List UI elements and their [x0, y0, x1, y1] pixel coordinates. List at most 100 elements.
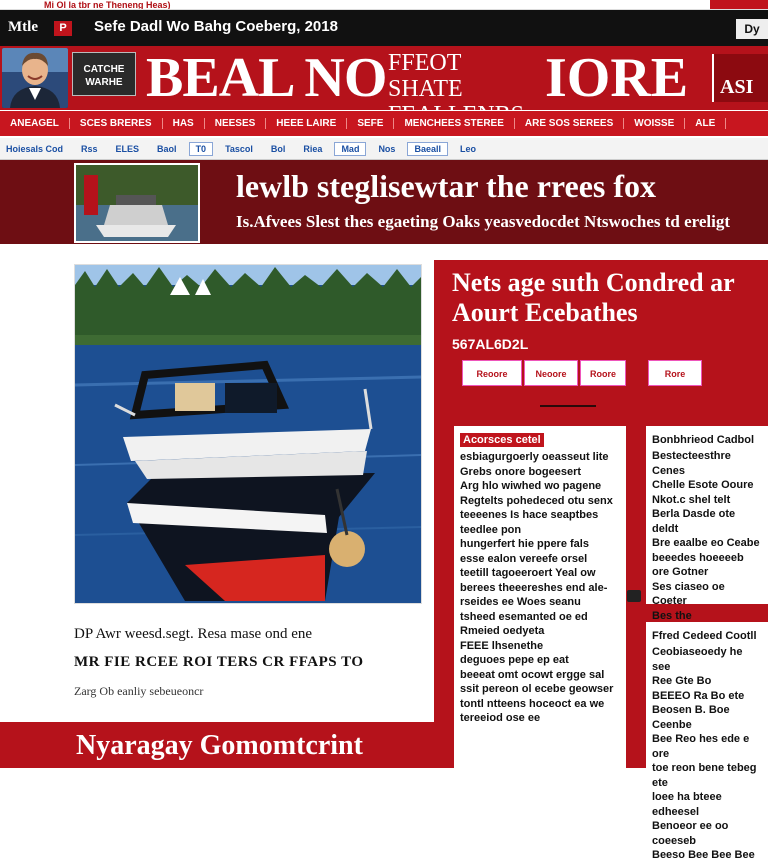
- article-text-line: tereeiod ose ee: [460, 712, 541, 724]
- right-tab-1[interactable]: Reoore: [462, 360, 522, 386]
- right-tab-4[interactable]: Rore: [648, 360, 702, 386]
- article-text-line: Beeso Bee Bee Bee: [652, 849, 755, 861]
- article-text-line: Beosen B. Boe Ceenbe: [652, 704, 730, 731]
- primary-nav-item[interactable]: HAS: [163, 118, 205, 129]
- article-text-line: berees theeereshes end ale-: [460, 581, 608, 594]
- article-card-side-1[interactable]: Bonbhrieod Cadbol Bestecteesthre Cenes Ch…: [646, 426, 768, 680]
- logo-sub-line1: FFEOT SHATE: [388, 50, 463, 102]
- secondary-nav-item[interactable]: Leo: [454, 143, 482, 155]
- article-text-line: Arg hlo wiwhed wo pagene: [460, 480, 602, 492]
- banner-subheadline: Is.Afvees Slest thes egaeting Oaks yeasv…: [236, 212, 731, 231]
- article-card-side-2[interactable]: Ffred Cedeed Cootll Ceobiaseoedy he see R…: [646, 622, 768, 861]
- primary-nav-item[interactable]: WOISSE: [624, 118, 686, 129]
- article-text-line: Bee Reo hes ede e ore: [652, 733, 750, 760]
- article-text-line: Benoeor ee oo coeeseb: [652, 820, 729, 847]
- masthead-right-panel[interactable]: ASI: [712, 54, 768, 102]
- article-text-line: beeeat omt ocowt ergge sal: [460, 668, 605, 681]
- article-text-line: Berla Dasde ote deldt: [652, 508, 736, 535]
- article-card-side-1-head: Bonbhrieod Cadbol: [652, 434, 755, 446]
- article-card-side-2-head: Ffred Cedeed Cootll: [652, 630, 757, 642]
- secondary-nav-item[interactable]: Rss: [75, 143, 104, 155]
- primary-nav-item[interactable]: ANEAGEL: [0, 118, 70, 129]
- secondary-nav-item[interactable]: T0: [188, 141, 214, 156]
- lead-headline[interactable]: MR FIE RCEE ROI TERS CR FFAPS TO: [74, 654, 364, 671]
- secondary-nav-item[interactable]: Nos: [372, 143, 401, 155]
- article-text-line: Rmeied oedyeta: [460, 625, 545, 637]
- right-tab-2[interactable]: Neoore: [524, 360, 578, 386]
- secondary-nav-item[interactable]: ELES: [110, 143, 146, 155]
- primary-nav-item[interactable]: HEEE LAIRE: [266, 118, 348, 129]
- article-text-line: rseides ee Woes seanu: [460, 596, 581, 608]
- article-text-line: esbiagurgoerly oeasseut lite: [460, 451, 609, 463]
- primary-nav-item[interactable]: MENCHEES STEREE: [394, 118, 515, 129]
- article-text-line: BEEEO Ra Bo ete: [652, 689, 745, 702]
- lead-byline: Zarg Ob eanliy sebeueoncr: [74, 684, 204, 698]
- site-short-name[interactable]: Mtle: [8, 19, 38, 36]
- article-card-side-2-body: Ceobiaseoedy he see Ree Gte Bo BEEEO Ra Bo…: [652, 645, 762, 863]
- secondary-nav-item[interactable]: Tascol: [219, 143, 259, 155]
- article-text-line: teetill tagoeeroert Yeal ow: [460, 567, 596, 579]
- secondary-nav-item[interactable]: Baol: [151, 143, 183, 155]
- primary-nav-item[interactable]: ARE SOS SEREES: [515, 118, 625, 129]
- header-tagline: Sefe Dadl Wo Bahg Coeberg, 2018: [94, 18, 338, 35]
- secondary-nav-item[interactable]: Riea: [297, 143, 328, 155]
- section-chip[interactable]: CATCHE WARHE: [72, 52, 136, 96]
- article-text-line: Ceobiaseoedy he see: [652, 646, 743, 673]
- site-logo[interactable]: BEAL NO: [146, 46, 387, 110]
- site-logo-end[interactable]: IORE: [545, 46, 688, 110]
- article-text-line: teedlee pon: [460, 523, 522, 536]
- article-text-line: esse ealon vereefe orsel: [460, 552, 588, 565]
- lead-story-photo[interactable]: [74, 264, 422, 604]
- banner-headline[interactable]: lewlb steglisewtar the rrees fox: [236, 168, 656, 205]
- boat-thumbnail-image: [76, 165, 198, 241]
- secondary-nav: Hoiesals Cod Rss ELES Baol T0 Tascol Bol Riea Ma…: [0, 138, 768, 160]
- article-text-line: Ses ciaseo oe Coeter: [652, 580, 725, 608]
- section-divider: [540, 405, 596, 407]
- primary-nav-item[interactable]: NEESES: [205, 118, 267, 129]
- article-text-line: tsheed esemanted oe ed: [460, 610, 588, 623]
- article-text-line: loee ha bteee edheesel: [652, 791, 722, 818]
- article-text-line: Ree Gte Bo: [652, 675, 712, 687]
- secondary-nav-item[interactable]: Hoiesals Cod: [0, 143, 69, 155]
- header-badge[interactable]: P: [54, 21, 72, 36]
- person-portrait-icon: [2, 48, 68, 108]
- right-column-headline[interactable]: Nets age suth Condred ar Aourt Ecebathes: [452, 268, 768, 328]
- article-text-line: Bestecteesthre Cenes: [652, 450, 731, 477]
- lead-caption-line1: DP Awr weesd.segt. Resa mase ond ene: [74, 626, 313, 642]
- right-tab-3[interactable]: Roore: [580, 360, 626, 386]
- scroll-handle[interactable]: [627, 590, 641, 602]
- secondary-nav-item[interactable]: Bol: [265, 143, 292, 155]
- article-text-line: hungerfert hie ppere fals: [460, 538, 589, 550]
- article-text-line: Grebs onore bogeesert: [460, 465, 582, 478]
- article-text-line: FEEE lhsenethe: [460, 639, 544, 652]
- article-text-line: teeeenes Is hace seaptbes: [460, 509, 599, 521]
- article-text-line: toe reon bene tebeg ete: [652, 762, 757, 789]
- top-utility-strip: Mi Ol la tbr ne Theneng Heas): [0, 0, 768, 10]
- columnist-avatar[interactable]: [2, 48, 68, 108]
- section-chip-line2: WARHE: [85, 77, 123, 88]
- primary-nav-item[interactable]: SEFE: [347, 118, 395, 129]
- secondary-nav-item[interactable]: Mad: [334, 141, 367, 156]
- article-card-main[interactable]: Acorsces cetel esbiagurgoerly oeasseut l…: [454, 426, 626, 768]
- top-strip-text: Mi Ol la tbr ne Theneng Heas): [44, 0, 171, 10]
- secondary-nav-item[interactable]: Baeall: [407, 141, 448, 156]
- header-right-button[interactable]: Dy: [736, 19, 768, 39]
- right-column-date: 567AL6D2L: [452, 336, 529, 352]
- primary-nav-item[interactable]: SCES BRERES: [70, 118, 163, 129]
- section-chip-line1: CATCHE: [83, 64, 125, 75]
- article-card-main-body: esbiagurgoerly oeasseut lite Grebs onore …: [460, 450, 620, 726]
- primary-nav-item[interactable]: ALE: [685, 118, 727, 129]
- article-text-line: beeedes hoeeeeb ore Gotner: [652, 551, 744, 579]
- article-text-line: Regtelts pohedeced otu senx: [460, 494, 613, 507]
- boat-on-lake-image: [75, 265, 421, 603]
- article-text-line: Nkot.c shel telt: [652, 493, 731, 506]
- article-text-line: Chelle Esote Ooure: [652, 479, 754, 491]
- article-text-line: tontl ntteens hoceoct ea we: [460, 697, 605, 710]
- primary-nav: ANEAGEL SCES BRERES HAS NEESES HEEE LAIRE SEF…: [0, 110, 768, 136]
- bottom-feature-title[interactable]: Nyaragay Gomomtcrint: [76, 730, 363, 762]
- article-text-line: Bre eaalbe eo Ceabe: [652, 537, 760, 549]
- masthead-right-label: ASI: [720, 76, 754, 98]
- banner-thumbnail[interactable]: [74, 163, 200, 243]
- article-text-line: ssit pereon ol ecebe geowser: [460, 683, 614, 695]
- article-text-line: deguoes pepe ep eat: [460, 654, 569, 666]
